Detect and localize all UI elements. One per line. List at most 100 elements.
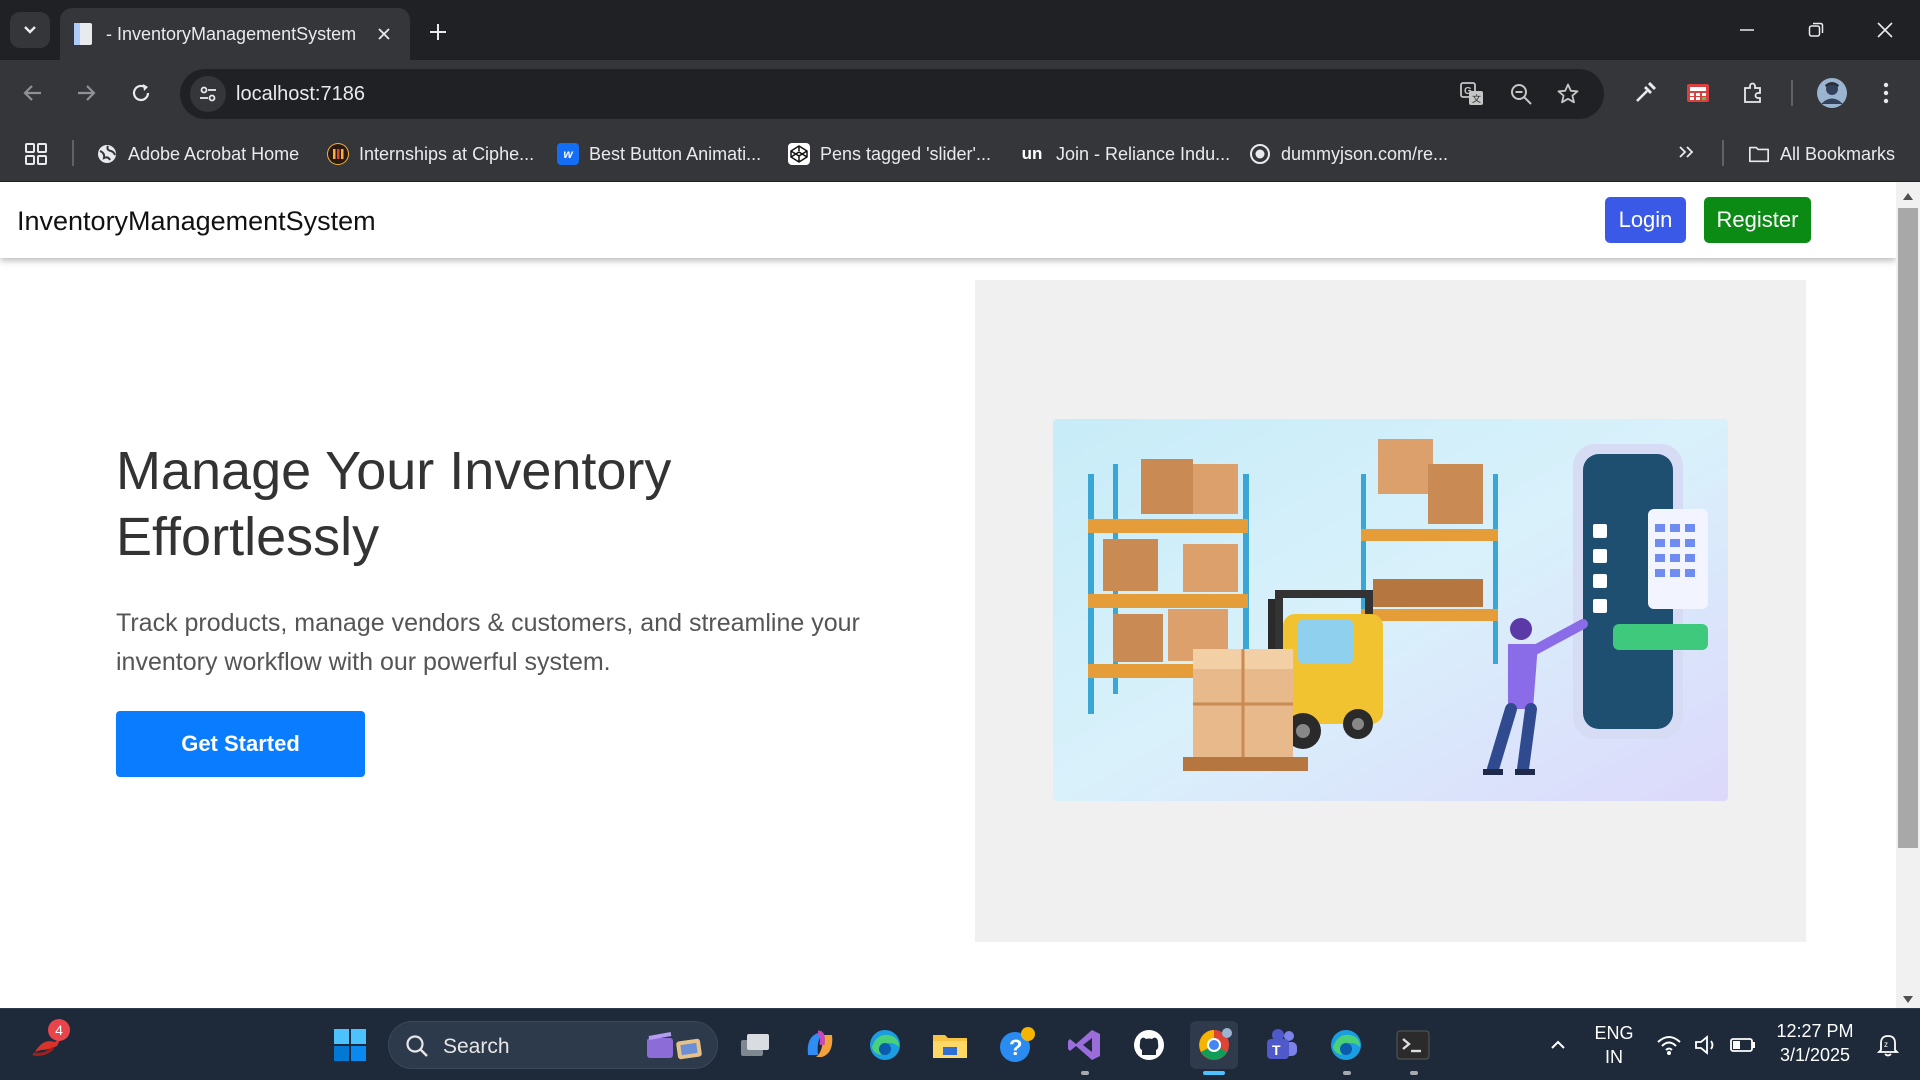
site-info-button[interactable] [190, 76, 226, 112]
plus-icon [430, 24, 446, 40]
bookmark-label: Best Button Animati... [589, 143, 762, 164]
task-view-icon [741, 1034, 769, 1056]
language-code: ENG [1594, 1023, 1634, 1043]
bookmark-internships[interactable]: Internships at Ciphe... [327, 138, 534, 170]
extension-button[interactable] [1678, 73, 1718, 113]
star-icon [1557, 83, 1579, 104]
bookmark-codepen-slider[interactable]: Pens tagged 'slider'... [788, 138, 991, 170]
extension-button[interactable] [1625, 73, 1665, 113]
clock-time: 12:27 PM [1776, 1021, 1854, 1041]
scrollbar-thumb[interactable] [1898, 208, 1918, 848]
quick-settings-button[interactable] [1656, 1031, 1756, 1059]
apps-button[interactable] [24, 142, 48, 171]
profile-button[interactable] [1812, 73, 1852, 113]
avatar [1817, 78, 1847, 108]
reload-icon [132, 84, 150, 102]
close-window-button[interactable] [1860, 10, 1910, 50]
browser-tab-active[interactable]: - InventoryManagementSystem [60, 8, 410, 60]
teams-button[interactable]: T [1256, 1021, 1304, 1069]
minimize-button[interactable] [1722, 10, 1772, 50]
site-brand[interactable]: InventoryManagementSystem [17, 206, 376, 237]
toolbar-divider [1791, 80, 1793, 106]
zoom-button[interactable] [1506, 79, 1536, 109]
eyedropper-icon [1636, 81, 1657, 102]
edge-button[interactable] [861, 1021, 909, 1069]
edge-profile-button[interactable] [1322, 1021, 1370, 1069]
bookmark-dummyjson[interactable]: dummyjson.com/re... [1249, 138, 1448, 170]
language-indicator[interactable]: ENG IN [1588, 1023, 1640, 1069]
restore-button[interactable] [1791, 10, 1841, 50]
calculator-extension-icon [1687, 84, 1709, 102]
page-viewport: InventoryManagementSystem Login Register… [0, 182, 1920, 1008]
codepen-icon [788, 143, 810, 165]
url-text[interactable]: localhost:7186 [236, 83, 365, 106]
tab-search-button[interactable] [10, 12, 50, 48]
register-button[interactable]: Register [1704, 197, 1811, 243]
close-icon [378, 28, 390, 40]
taskbar-search-box[interactable]: Search [388, 1021, 718, 1069]
bookmarks-bar: Adobe Acrobat Home Internships at Ciphe.… [0, 126, 1920, 182]
svg-text:z: z [1884, 1040, 1888, 1049]
minimize-icon [1740, 29, 1754, 31]
clock[interactable]: 12:27 PM 3/1/2025 [1770, 1021, 1860, 1069]
bookmark-adobe-acrobat[interactable]: Adobe Acrobat Home [96, 138, 299, 170]
hero-image-panel [975, 280, 1806, 942]
svg-text:T: T [1272, 1042, 1281, 1058]
volume-icon [1695, 1035, 1714, 1055]
globe-icon [96, 143, 118, 165]
wifi-icon [1657, 1036, 1681, 1055]
task-view-button[interactable] [731, 1021, 779, 1069]
address-bar[interactable]: localhost:7186 G文 [180, 69, 1604, 119]
webflow-icon: w [557, 143, 579, 165]
scroll-up-arrow[interactable] [1902, 188, 1914, 206]
clock-date: 3/1/2025 [1779, 1045, 1851, 1065]
file-explorer-button[interactable] [926, 1021, 974, 1069]
get-started-button[interactable]: Get Started [116, 711, 365, 777]
all-bookmarks-label: All Bookmarks [1780, 143, 1896, 164]
bookmark-star-button[interactable] [1553, 79, 1583, 109]
new-tab-button[interactable] [420, 14, 456, 50]
running-indicator [1343, 1071, 1351, 1075]
login-button[interactable]: Login [1605, 197, 1686, 243]
all-bookmarks-button[interactable]: All Bookmarks [1748, 138, 1895, 170]
github-icon [1134, 1030, 1164, 1060]
reload-button[interactable] [121, 73, 161, 113]
visual-studio-button[interactable] [1060, 1021, 1108, 1069]
tab-title: - InventoryManagementSystem [106, 23, 357, 44]
github-desktop-button[interactable] [1125, 1021, 1173, 1069]
search-icon [406, 1035, 428, 1057]
apps-grid-icon [25, 143, 47, 165]
translate-button[interactable]: G文 [1457, 79, 1487, 109]
unstop-icon: un [1021, 144, 1043, 163]
copilot-button[interactable] [796, 1021, 844, 1069]
svg-text:?: ? [1009, 1035, 1022, 1060]
get-help-button[interactable]: ? [993, 1021, 1041, 1069]
zoom-out-icon [1511, 84, 1532, 105]
chrome-button[interactable] [1190, 1021, 1238, 1069]
scroll-down-arrow[interactable] [1902, 992, 1914, 1008]
hero-subtitle: Track products, manage vendors & custome… [116, 609, 860, 676]
search-label: Search [443, 1035, 510, 1058]
close-icon [1877, 22, 1893, 38]
bookmark-reliance[interactable]: un Join - Reliance Indu... [1018, 138, 1230, 170]
folder-icon [1748, 143, 1770, 165]
start-button[interactable] [326, 1021, 374, 1069]
forward-button[interactable] [66, 73, 106, 113]
extensions-menu-button[interactable] [1733, 73, 1773, 113]
tab-close-button[interactable] [370, 20, 398, 48]
bookmark-button-animations[interactable]: w Best Button Animati... [557, 138, 761, 170]
back-button[interactable] [13, 73, 53, 113]
browser-toolbar: localhost:7186 G文 [0, 60, 1920, 126]
show-hidden-icons-button[interactable] [1534, 1021, 1582, 1069]
triangle-up-icon [1903, 193, 1913, 200]
svg-text:文: 文 [1472, 93, 1481, 104]
more-bookmarks-button[interactable] [1676, 142, 1696, 167]
hero-title: Manage Your Inventory Effortlessly [116, 441, 672, 567]
windows-taskbar: 4 Search ? T ENG IN 12:27 PM 3/1/2025 z [0, 1008, 1920, 1080]
notification-badge: 4 [48, 1019, 70, 1041]
terminal-button[interactable] [1389, 1021, 1437, 1069]
browser-menu-button[interactable] [1866, 73, 1906, 113]
bookmark-label: Join - Reliance Indu... [1056, 143, 1231, 164]
chrome-icon [1199, 1028, 1232, 1060]
notifications-button[interactable]: z [1864, 1021, 1912, 1069]
